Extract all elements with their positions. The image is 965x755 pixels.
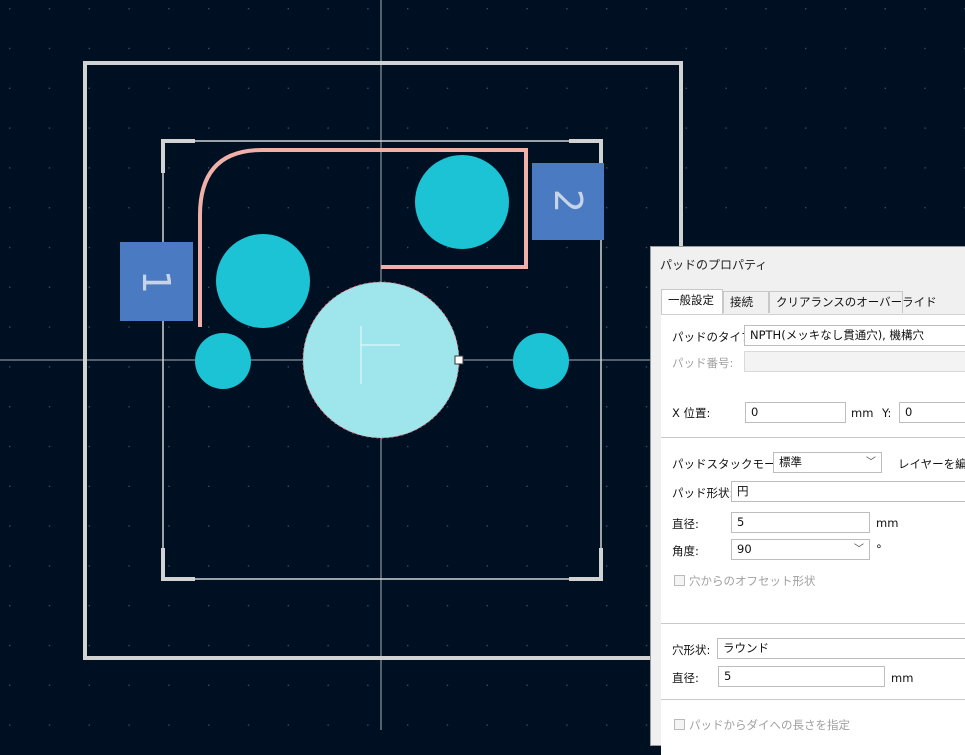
angle-value: 90	[737, 542, 752, 556]
pad-2[interactable]	[415, 155, 509, 249]
diameter-unit-label: mm	[876, 516, 899, 530]
offset-shape-checkbox[interactable]	[674, 575, 685, 586]
die-length-checkbox[interactable]	[674, 719, 685, 730]
edit-layers-button[interactable]: レイヤーを編集	[898, 456, 965, 472]
angle-unit-label: °	[876, 542, 882, 556]
dialog-title: パッドのプロパティ	[660, 258, 768, 272]
chevron-down-icon: ﹀	[854, 544, 864, 555]
separator-1	[661, 437, 965, 438]
die-length-checkbox-label: パッドからダイへの長さを指定	[689, 718, 850, 732]
general-panel: パッドのタイプ: NPTH(メッキなし貫通穴), 機構穴 パッド番号: X 位置…	[661, 314, 965, 755]
hole-shape-select[interactable]: ラウンド	[717, 638, 965, 659]
hole-shape-label: 穴形状:	[672, 643, 711, 657]
pad-shape-select[interactable]: 円	[731, 481, 965, 502]
x-unit-label: mm	[851, 406, 874, 420]
mounting-pad-right[interactable]	[513, 333, 569, 389]
y-position-label: Y:	[882, 406, 892, 420]
offset-shape-checkbox-label: 穴からのオフセット形状	[689, 574, 816, 588]
pad-1[interactable]	[216, 234, 310, 328]
pad-label-1-text: 1	[134, 270, 178, 294]
pad-label-2-text: 2	[546, 189, 590, 213]
pad-shape-label: パッド形状:	[672, 486, 734, 500]
x-position-input[interactable]: 0	[745, 402, 846, 423]
diameter-label: 直径:	[672, 517, 699, 531]
angle-select[interactable]: 90 ﹀	[731, 539, 870, 560]
padstack-mode-value: 標準	[779, 455, 802, 469]
pad-number-input[interactable]	[744, 351, 965, 372]
mounting-pad-left[interactable]	[195, 333, 251, 389]
angle-label: 角度:	[672, 544, 699, 558]
pad-type-select[interactable]: NPTH(メッキなし貫通穴), 機構穴	[744, 325, 965, 346]
separator-2	[661, 623, 965, 624]
selected-npth-pad[interactable]	[302, 281, 460, 439]
pad-properties-dialog: パッドのプロパティ 一般設定 接続 クリアランスのオーバーライド パッドのタイプ…	[650, 246, 965, 755]
padstack-mode-select[interactable]: 標準 ﹀	[773, 452, 882, 473]
diameter-input[interactable]: 5	[731, 512, 870, 533]
hole-diameter-unit-label: mm	[891, 671, 914, 685]
hole-diameter-input[interactable]: 5	[718, 666, 885, 687]
resize-handle[interactable]	[454, 355, 464, 365]
pad-number-label: パッド番号:	[672, 356, 734, 370]
separator-3	[661, 699, 965, 700]
tab-clearance-overrides[interactable]: クリアランスのオーバーライド	[769, 291, 937, 313]
x-position-label: X 位置:	[672, 406, 711, 420]
tab-connection[interactable]: 接続	[723, 291, 769, 313]
tab-general[interactable]: 一般設定	[661, 289, 723, 314]
hole-diameter-label: 直径:	[672, 671, 699, 685]
chevron-down-icon: ﹀	[866, 457, 876, 468]
y-position-input[interactable]: 0	[899, 402, 965, 423]
